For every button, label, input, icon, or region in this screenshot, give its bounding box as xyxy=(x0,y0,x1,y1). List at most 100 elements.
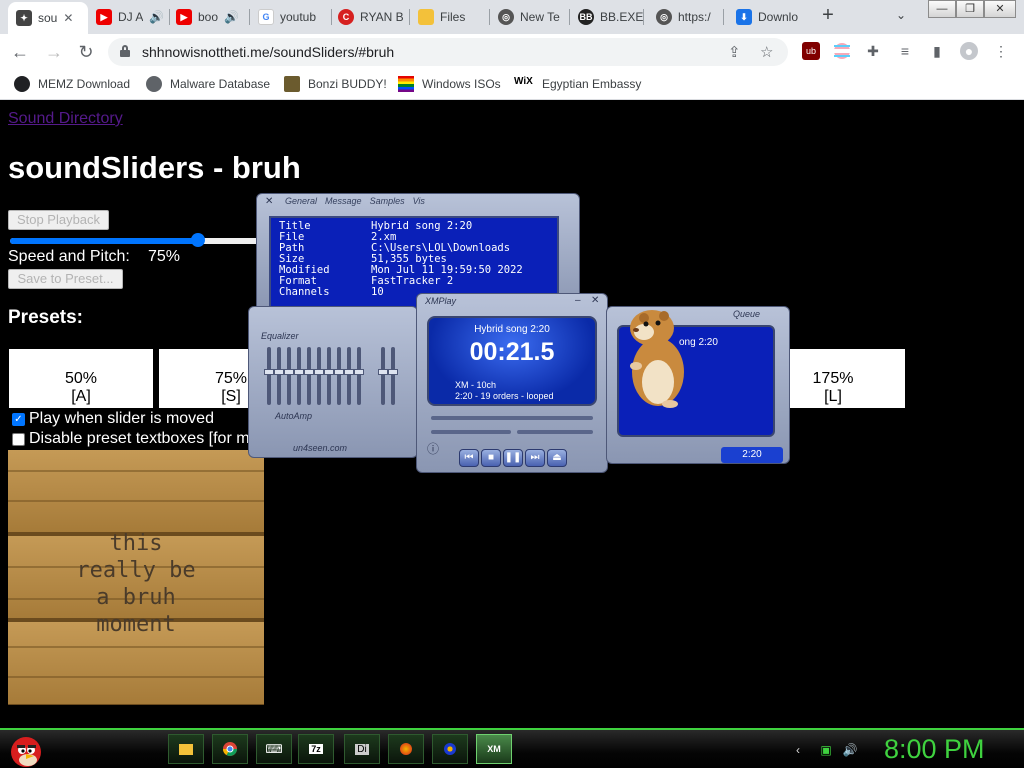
preset-key: [A] xyxy=(71,388,91,405)
show-hidden-icons-icon[interactable]: ‹ xyxy=(790,742,806,758)
bonzi-icon xyxy=(284,76,300,92)
reload-icon[interactable]: ↻ xyxy=(76,42,96,62)
xmplay-main-window[interactable]: XMPlay ✕ – Hybrid song 2:20 00:21.5 XM -… xyxy=(416,293,608,473)
address-bar[interactable]: shhnowisnottheti.me/soundSliders/#bruh ⇪… xyxy=(108,38,788,66)
close-tab-icon[interactable]: ✕ xyxy=(63,11,73,25)
tab-downlo[interactable]: ⬇ Downlo xyxy=(736,4,808,30)
tab-title: Files xyxy=(440,10,466,24)
stop-playback-button[interactable]: Stop Playback xyxy=(8,210,109,230)
taskbar-media[interactable] xyxy=(432,734,468,764)
close-icon[interactable]: ✕ xyxy=(591,294,599,308)
bruh-meme-image: this really be a bruh moment xyxy=(8,450,264,705)
minimize-button[interactable]: — xyxy=(928,0,956,18)
seek-bar[interactable] xyxy=(431,416,593,420)
new-tab-button[interactable]: + xyxy=(818,5,838,26)
bookmark-bonzi[interactable]: Bonzi BUDDY! xyxy=(284,76,387,92)
tab-samples[interactable]: Samples xyxy=(370,196,405,206)
google-favicon-icon: G xyxy=(258,9,274,25)
tab-vis[interactable]: Vis xyxy=(413,196,425,206)
taskbar-chrome[interactable] xyxy=(212,734,248,764)
orders-info: 2:20 - 19 orders - looped xyxy=(455,391,554,401)
taskbar-paint[interactable] xyxy=(388,734,424,764)
taskbar-7zip[interactable]: 7z xyxy=(298,734,334,764)
xmplay-equalizer-window[interactable]: Equalizer AutoAmp un4seen.com xyxy=(248,306,418,458)
youtube-favicon-icon: ▶ xyxy=(96,9,112,25)
bookmark-egyptian-embassy[interactable]: WiX Egyptian Embassy xyxy=(514,76,641,92)
sound-directory-link[interactable]: Sound Directory xyxy=(8,110,123,128)
taskbar-di[interactable]: Di xyxy=(344,734,380,764)
maximize-button[interactable]: ❐ xyxy=(956,0,984,18)
close-window-button[interactable]: ✕ xyxy=(984,0,1016,18)
speed-value: 75% xyxy=(148,248,181,265)
slider-thumb[interactable] xyxy=(190,233,205,247)
profile-avatar-icon[interactable]: ● xyxy=(960,42,978,60)
tab-ryan[interactable]: C RYAN B xyxy=(338,4,410,30)
speed-slider[interactable] xyxy=(10,233,260,248)
tab-search-chevron-icon[interactable]: ⌄ xyxy=(896,8,906,22)
preset-a-button[interactable]: 50% [A] xyxy=(9,349,153,408)
forward-arrow-icon[interactable]: → xyxy=(44,42,64,62)
lock-icon[interactable] xyxy=(120,45,130,57)
minimize-icon[interactable]: – xyxy=(575,294,581,308)
disable-textboxes-row[interactable]: Disable preset textboxes [for m xyxy=(12,430,250,448)
play-on-move-checkbox[interactable]: ✓ xyxy=(12,412,25,426)
bookmark-label: Bonzi BUDDY! xyxy=(308,77,387,91)
tab-sou[interactable]: ✦ sou ✕ xyxy=(8,2,88,34)
url-text[interactable]: shhnowisnottheti.me/soundSliders/#bruh xyxy=(142,44,394,60)
start-button-angry-bird-icon[interactable] xyxy=(6,730,46,768)
network-icon[interactable]: ▣ xyxy=(818,742,834,758)
stop-button[interactable]: ■ xyxy=(481,449,501,467)
pause-button[interactable]: ❚❚ xyxy=(503,449,523,467)
close-icon[interactable]: ✕ xyxy=(265,196,273,207)
player-display: Hybrid song 2:20 00:21.5 XM - 10ch 2:20 … xyxy=(427,316,597,406)
previous-button[interactable]: ⏮ xyxy=(459,449,479,467)
next-button[interactable]: ⏭ xyxy=(525,449,545,467)
save-to-preset-button[interactable]: Save to Preset... xyxy=(8,269,123,289)
tab-message[interactable]: Message xyxy=(325,196,362,206)
taskbar-xmplay[interactable]: XM xyxy=(476,734,512,764)
wix-icon: WiX xyxy=(514,76,533,87)
media-control-icon[interactable]: ≡ xyxy=(896,42,914,60)
tab-dj[interactable]: ▶ DJ A 🔊 xyxy=(96,4,170,30)
tab-files[interactable]: Files xyxy=(418,4,490,30)
taskbar-keyboard[interactable]: ⌨ xyxy=(256,734,292,764)
tab-youtub[interactable]: G youtub xyxy=(258,4,332,30)
disable-textboxes-checkbox[interactable] xyxy=(12,432,25,446)
extensions-puzzle-icon[interactable]: ✚ xyxy=(864,42,882,60)
volume-slider[interactable] xyxy=(431,430,511,434)
taskbar-clock[interactable]: 8:00 PM xyxy=(884,734,985,765)
bookmark-star-icon[interactable]: ☆ xyxy=(760,43,773,61)
globe-icon xyxy=(14,76,30,92)
tab-bb-exe[interactable]: BB BB.EXE xyxy=(578,4,644,30)
gear-favicon-icon: ✦ xyxy=(16,10,32,26)
bookmark-windows-isos[interactable]: Windows ISOs xyxy=(398,76,501,92)
bookmark-label: Malware Database xyxy=(170,77,271,91)
extension-flag-icon[interactable] xyxy=(833,42,851,60)
play-on-move-row[interactable]: ✓ Play when slider is moved xyxy=(12,410,214,428)
side-panel-icon[interactable]: ▮ xyxy=(928,42,946,60)
autoamp-label[interactable]: AutoAmp xyxy=(275,411,312,421)
info-icon[interactable]: ⓘ xyxy=(427,440,439,457)
elapsed-time[interactable]: 00:21.5 xyxy=(429,338,595,367)
tab-https[interactable]: ◎ https:/ xyxy=(656,4,724,30)
ryan-favicon-icon: C xyxy=(338,9,354,25)
ublock-icon[interactable]: ub xyxy=(802,42,820,60)
share-icon[interactable]: ⇪ xyxy=(728,43,741,61)
menu-kebab-icon[interactable]: ⋮ xyxy=(992,42,1010,60)
hamster-mascot-icon xyxy=(614,306,694,410)
back-arrow-icon[interactable]: ← xyxy=(10,42,30,62)
taskbar-file-explorer[interactable] xyxy=(168,734,204,764)
bookmark-memz[interactable]: MEMZ Download xyxy=(14,76,130,92)
xmplay-icon: XM xyxy=(487,744,501,754)
volume-icon[interactable]: 🔊 xyxy=(842,742,858,758)
eject-button[interactable]: ⏏ xyxy=(547,449,567,467)
tab-title: DJ A xyxy=(118,10,144,24)
tab-title: BB.EXE xyxy=(600,10,644,24)
tab-boo[interactable]: ▶ boo 🔊 xyxy=(176,4,250,30)
xmplay-titlebar[interactable]: XMPlay ✕ – xyxy=(417,294,607,308)
globe-favicon-icon: ◎ xyxy=(498,9,514,25)
bookmark-malware-db[interactable]: Malware Database xyxy=(146,76,270,92)
balance-slider[interactable] xyxy=(517,430,593,434)
tab-general[interactable]: General xyxy=(285,196,317,206)
tab-new-te[interactable]: ◎ New Te xyxy=(498,4,570,30)
